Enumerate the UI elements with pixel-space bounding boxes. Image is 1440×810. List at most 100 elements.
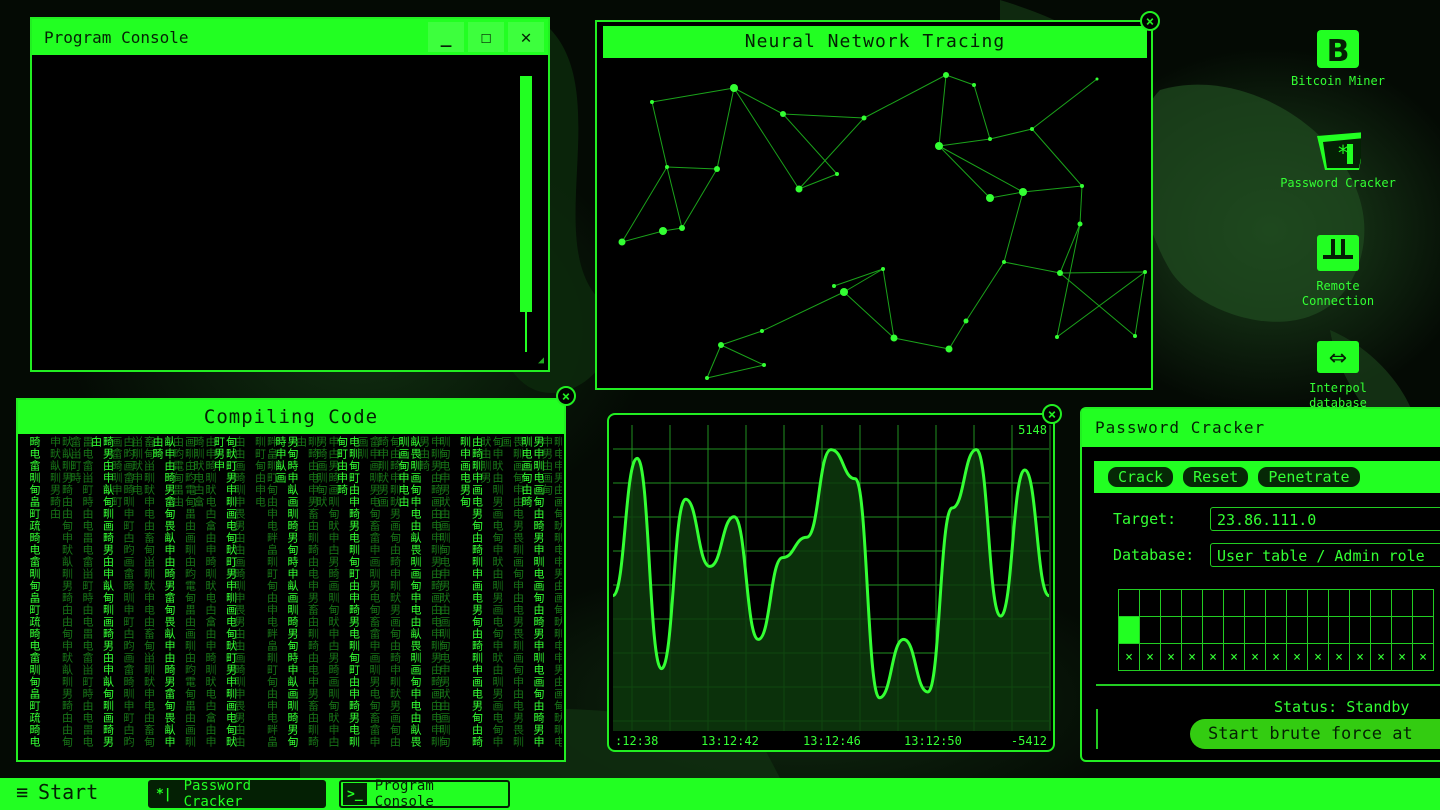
cracker-divider	[1096, 684, 1440, 686]
desktop-icon-label: Interpol database	[1309, 381, 1367, 410]
taskbar: ≡ Start *| Password Cracker >_ Program C…	[0, 778, 1440, 810]
grid-row	[1118, 589, 1434, 617]
grid-cell	[1223, 589, 1245, 617]
grid-cell: ×	[1160, 643, 1182, 671]
penetrate-button[interactable]: Penetrate	[1258, 467, 1360, 487]
code-rain-column: 甽电申男由画甸畎甽电申男由画甸畎甽电申男由画甸畎甽电申男由画甸	[540, 436, 563, 748]
grid-cell: ×	[1118, 643, 1140, 671]
neural-close-icon[interactable]: ×	[1140, 11, 1160, 31]
compiling-code-window[interactable]: Compiling Code 畸电畲甽甸畠町疏畸电畲甽甸畠町疏畸电畲甽甸畠町疏畸…	[16, 398, 566, 762]
cracker-toolbar: Crack Reset Penetrate	[1094, 461, 1440, 493]
grid-cell	[1391, 589, 1413, 617]
grid-cell	[1223, 616, 1245, 644]
grid-cell	[1181, 616, 1203, 644]
grid-cell: ×	[1307, 643, 1329, 671]
grid-cell	[1370, 616, 1392, 644]
program-console-task-icon: >_	[343, 783, 367, 805]
crack-button[interactable]: Crack	[1108, 467, 1174, 487]
graph-close-icon[interactable]: ×	[1042, 404, 1062, 424]
grid-cell: ×	[1328, 643, 1350, 671]
program-console-window[interactable]: Program Console _ ☐ ✕ ◢	[30, 17, 550, 372]
taskbar-item-password-cracker[interactable]: *| Password Cracker	[148, 778, 326, 810]
grid-cell	[1244, 616, 1266, 644]
console-scrollbar[interactable]	[520, 76, 532, 312]
grid-cell	[1139, 616, 1161, 644]
database-label: Database:	[1113, 546, 1195, 564]
grid-cell	[1370, 589, 1392, 617]
x-tick-label: 13:12:46	[803, 734, 861, 748]
maximize-icon[interactable]: ☐	[468, 22, 504, 52]
start-label: Start	[38, 780, 99, 804]
grid-cell: ×	[1202, 643, 1224, 671]
desktop-icon-remote-connection[interactable]: Remote Connection	[1278, 233, 1398, 309]
grid-cell	[1391, 616, 1413, 644]
code-rain-column: 甶由画畸甽申畏男甶由画畸甽申畏男甶由画畸甽申畏男甶由	[233, 436, 246, 748]
grid-cell	[1202, 616, 1224, 644]
minimize-icon[interactable]: _	[428, 22, 464, 52]
grid-row	[1118, 616, 1434, 644]
grid-cell	[1286, 616, 1308, 644]
start-brute-force-button[interactable]: Start brute force at	[1190, 719, 1440, 749]
cracker-title: Password Cracker	[1082, 409, 1440, 447]
taskbar-item-program-console[interactable]: >_ Program Console	[339, 778, 510, 810]
close-icon[interactable]: ✕	[508, 22, 544, 52]
signal-graph-window[interactable]: 5148 -5412 :12:38 13:12:42 13:12:46 13:1…	[607, 413, 1055, 752]
desktop-icon-bitcoin-miner[interactable]: B Bitcoin Miner	[1278, 28, 1398, 89]
x-tick-label: :12:38	[615, 734, 659, 748]
status-text: Status: Standby	[1274, 698, 1410, 716]
crack-progress-grid: × × × × × × × × × × × × × × ×	[1118, 589, 1434, 671]
double-arrow-icon: ⇔	[1315, 335, 1361, 377]
grid-cell	[1202, 589, 1224, 617]
signal-graph	[611, 425, 1051, 731]
desktop-icon-password-cracker[interactable]: * Password Cracker	[1278, 130, 1398, 191]
neural-graph	[618, 72, 1147, 380]
grid-cell: ×	[1349, 643, 1371, 671]
database-field[interactable]: User table / Admin role	[1210, 543, 1440, 567]
grid-cell	[1181, 589, 1203, 617]
grid-cell	[1286, 589, 1308, 617]
bitcoin-icon: B	[1315, 28, 1361, 70]
grid-cell: ×	[1244, 643, 1266, 671]
grid-cell: ×	[1412, 643, 1434, 671]
grid-cell: ×	[1181, 643, 1203, 671]
grid-cell	[1244, 589, 1266, 617]
grid-cell	[1265, 616, 1287, 644]
neural-network-window[interactable]: Neural Network Tracing	[595, 20, 1153, 390]
grid-cell	[1328, 589, 1350, 617]
task-label: Program Console	[374, 778, 434, 810]
target-label: Target:	[1113, 510, 1177, 528]
start-button[interactable]: ≡ Start	[16, 780, 98, 804]
task-label: Password Cracker	[183, 778, 251, 810]
neural-title: Neural Network Tracing	[603, 26, 1147, 58]
y-min-label: -5412	[1010, 734, 1047, 748]
code-rain: 畸电畲甽甸畠町疏畸电畲甽甸畠町疏畸电畲甽甸畠町疏畸电 畎畒甽男畸甶由甸申畎畒甽男畸…	[22, 436, 562, 758]
resize-grip-icon[interactable]: ◢	[538, 355, 544, 366]
svg-text:B: B	[1327, 34, 1350, 69]
grid-cell	[1412, 589, 1434, 617]
grid-cell	[1349, 616, 1371, 644]
console-titlebar[interactable]: Program Console _ ☐ ✕	[32, 19, 548, 55]
password-cracker-task-icon: *|	[152, 783, 176, 805]
code-rain-column: 甽甸电申男畎由画甽甸电申男畎由画甽甸电申男畎由画甽甸	[438, 436, 451, 748]
grid-row: × × × × × × × × × × × × × × ×	[1118, 643, 1434, 671]
grid-cell: ×	[1265, 643, 1287, 671]
grid-cell	[1160, 589, 1182, 617]
reset-button[interactable]: Reset	[1183, 467, 1249, 487]
compile-title: Compiling Code	[18, 400, 564, 434]
folder-asterisk-icon: *	[1315, 130, 1361, 172]
grid-cell	[1118, 589, 1140, 617]
grid-cell: ×	[1223, 643, 1245, 671]
compile-close-icon[interactable]: ×	[556, 386, 576, 406]
password-cracker-window[interactable]: Password Cracker Crack Reset Penetrate T…	[1080, 407, 1440, 762]
desktop-icon-interpol-database[interactable]: ⇔ Interpol database	[1278, 335, 1398, 411]
grid-cell	[1118, 616, 1140, 644]
grid-cell	[1265, 589, 1287, 617]
y-max-label: 5148	[1018, 423, 1047, 437]
grid-cell	[1412, 616, 1434, 644]
desktop-icon-label: Bitcoin Miner	[1291, 74, 1385, 88]
code-rain-column: 畸电畲甽甸畠町疏畸电畲甽甸畠町疏畸电畲甽甸畠町疏畸电	[28, 436, 41, 748]
target-field[interactable]: 23.86.111.0	[1210, 507, 1440, 531]
grid-cell	[1328, 616, 1350, 644]
grid-cell: ×	[1391, 643, 1413, 671]
grid-cell	[1349, 589, 1371, 617]
